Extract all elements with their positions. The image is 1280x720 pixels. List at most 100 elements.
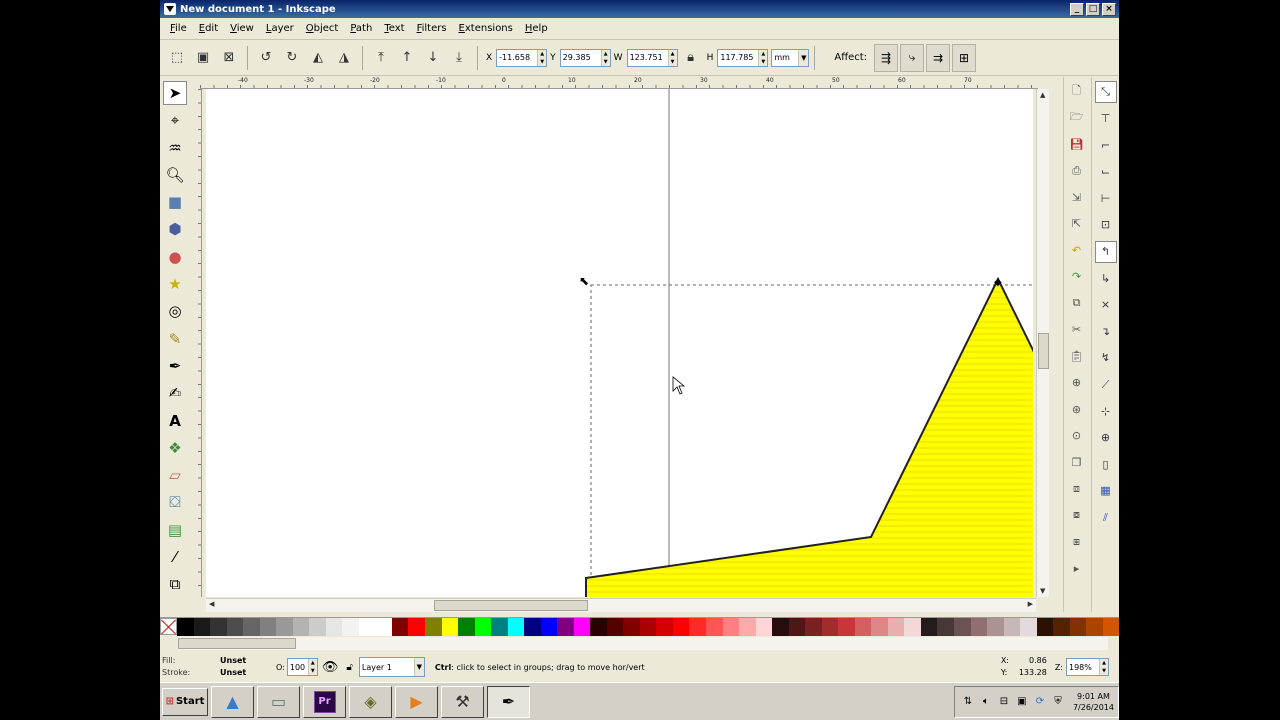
color-swatch[interactable] (805, 618, 822, 636)
scroll-up-icon[interactable]: ▲ (1040, 91, 1045, 99)
w-input[interactable] (627, 49, 668, 66)
zoom-selection-icon[interactable]: ⊕ (1067, 373, 1087, 393)
taskbar-app-laser-icon[interactable]: ◈ (349, 685, 392, 718)
color-swatch[interactable] (672, 618, 690, 636)
color-swatch[interactable] (606, 618, 624, 636)
tray-monitor-icon[interactable]: ▣ (1015, 695, 1029, 709)
maximize-button[interactable]: □ (1086, 2, 1100, 16)
snap-rotation-centers-icon[interactable]: ⊕ (1095, 427, 1117, 449)
new-document-icon[interactable]: 🗋 (1067, 81, 1087, 101)
scale-corners-icon[interactable]: ⤷ (900, 43, 925, 72)
taskbar-app-premiere[interactable]: Pr (303, 685, 346, 718)
menu-help[interactable]: Help (519, 23, 554, 34)
lower-to-bottom-icon[interactable]: ⤓ (448, 47, 470, 69)
select-all-layers-icon[interactable]: ▣ (192, 47, 214, 69)
lower-icon[interactable]: ↓ (422, 47, 444, 69)
eraser-tool-icon[interactable]: ▱ (163, 463, 187, 487)
color-swatch[interactable] (474, 618, 492, 636)
color-swatch[interactable] (1036, 618, 1054, 636)
text-tool-icon[interactable]: A (163, 409, 187, 433)
menu-extensions[interactable]: Extensions (453, 23, 519, 34)
drawing-canvas[interactable]: ⬉ ◆ (206, 89, 1033, 597)
color-swatch[interactable] (1053, 618, 1070, 636)
tweak-tool-icon[interactable]: ♒ (163, 136, 187, 160)
h-input[interactable] (718, 49, 759, 66)
taskbar-app-scanner-icon[interactable]: ▭ (257, 685, 300, 718)
zoom-drawing-icon[interactable]: ⊛ (1067, 399, 1087, 419)
rotate-cw-icon[interactable]: ↻ (281, 47, 303, 69)
opacity-input[interactable] (287, 659, 308, 675)
horizontal-scroll-thumb[interactable] (434, 600, 588, 611)
group-icon[interactable]: ⧆ (1067, 532, 1087, 552)
color-swatch[interactable] (259, 618, 277, 636)
vertical-scroll-thumb[interactable] (1038, 333, 1049, 369)
snap-page-border-icon[interactable]: ▯ (1095, 453, 1117, 475)
raise-icon[interactable]: ↑ (396, 47, 418, 69)
dropper-tool-icon[interactable]: ⁄ (163, 545, 187, 569)
undo-icon[interactable]: ↶ (1067, 240, 1087, 260)
deselect-icon[interactable]: ⊠ (218, 47, 240, 69)
snap-paths-icon[interactable]: ↳ (1095, 267, 1117, 289)
calligraphy-tool-icon[interactable]: ✍ (163, 381, 187, 405)
y-spin-arrows[interactable]: ▲ ▼ (600, 49, 610, 66)
paste-icon[interactable]: 📋︎ (1067, 346, 1087, 366)
minimize-button[interactable]: _ (1070, 2, 1084, 16)
color-swatch[interactable] (590, 618, 607, 636)
snap-toggle-icon[interactable]: ⤡ (1094, 81, 1117, 103)
chevron-down-icon[interactable]: ▼ (798, 49, 809, 66)
layer-visibility-icon[interactable]: 👁︎ (322, 660, 339, 675)
color-swatch[interactable] (507, 618, 525, 636)
color-swatch[interactable] (623, 618, 640, 636)
clone-icon[interactable]: ⧈ (1067, 479, 1087, 499)
color-swatch[interactable] (689, 618, 706, 636)
color-swatch[interactable] (755, 618, 773, 636)
color-swatch[interactable] (722, 618, 740, 636)
tray-shield-icon[interactable]: ⛨ (1051, 695, 1065, 709)
color-swatch[interactable] (1003, 618, 1021, 636)
menu-text[interactable]: Text (378, 23, 410, 34)
paint-bucket-tool-icon[interactable]: ⛋ (163, 490, 187, 514)
color-swatch[interactable] (706, 618, 723, 636)
opacity-spinbox[interactable]: ▲▼ (286, 658, 318, 676)
color-swatch[interactable] (557, 618, 574, 636)
node-tool-icon[interactable]: ⌖ (163, 108, 187, 132)
rectangle-tool-icon[interactable]: ■ (163, 190, 187, 214)
taskbar-app-media-player-icon[interactable]: ▶ (395, 685, 438, 718)
color-swatch[interactable] (656, 618, 673, 636)
spray-tool-icon[interactable]: ❖ (163, 436, 187, 460)
scale-handle-icon[interactable]: ⬉ (579, 274, 589, 288)
move-patterns-icon[interactable]: ⊞ (952, 43, 977, 72)
save-icon[interactable]: 💾︎ (1067, 134, 1087, 154)
tray-network-icon[interactable]: ⊟ (997, 695, 1011, 709)
duplicate-icon[interactable]: ❐ (1067, 452, 1087, 472)
tray-volume-icon[interactable]: 🔈︎ (979, 695, 993, 709)
palette-scroll-thumb[interactable] (178, 638, 296, 649)
import-icon[interactable]: ⇲ (1067, 187, 1087, 207)
zoom-spin-arrows[interactable]: ▲ ▼ (1099, 659, 1108, 675)
color-swatch[interactable] (920, 618, 938, 636)
color-swatch[interactable] (391, 618, 409, 636)
chevron-down-icon[interactable]: ▼ (413, 658, 424, 676)
snap-bbox-icon[interactable]: ⊤ (1095, 108, 1117, 130)
node-handle-icon[interactable]: ◆ (994, 277, 1002, 288)
snap-bbox-corners-icon[interactable]: ⌙ (1095, 161, 1117, 183)
zoom-input[interactable] (1067, 659, 1099, 675)
color-swatch[interactable] (1069, 618, 1087, 636)
star-tool-icon[interactable]: ★ (163, 272, 187, 296)
layer-select[interactable]: Layer 1 ▼ (358, 657, 425, 677)
y-spinbox[interactable]: ▲▼ (559, 48, 611, 67)
snap-guides-icon[interactable]: ⫽ (1095, 507, 1117, 529)
color-swatch[interactable] (210, 618, 227, 636)
color-swatch[interactable] (788, 618, 806, 636)
menu-layer[interactable]: Layer (260, 23, 300, 34)
x-spin-arrows[interactable]: ▲ ▼ (537, 49, 547, 66)
gradient-tool-icon[interactable]: ▤ (163, 518, 187, 542)
no-paint-swatch[interactable] (160, 618, 177, 635)
color-swatch[interactable] (937, 618, 954, 636)
color-swatch[interactable] (904, 618, 921, 636)
3d-box-tool-icon[interactable]: ⬢ (163, 217, 187, 241)
snap-grids-icon[interactable]: ▦ (1095, 480, 1117, 502)
snap-cusp-nodes-icon[interactable]: ↴ (1095, 320, 1117, 342)
color-swatch[interactable] (871, 618, 888, 636)
color-swatch[interactable] (193, 618, 211, 636)
